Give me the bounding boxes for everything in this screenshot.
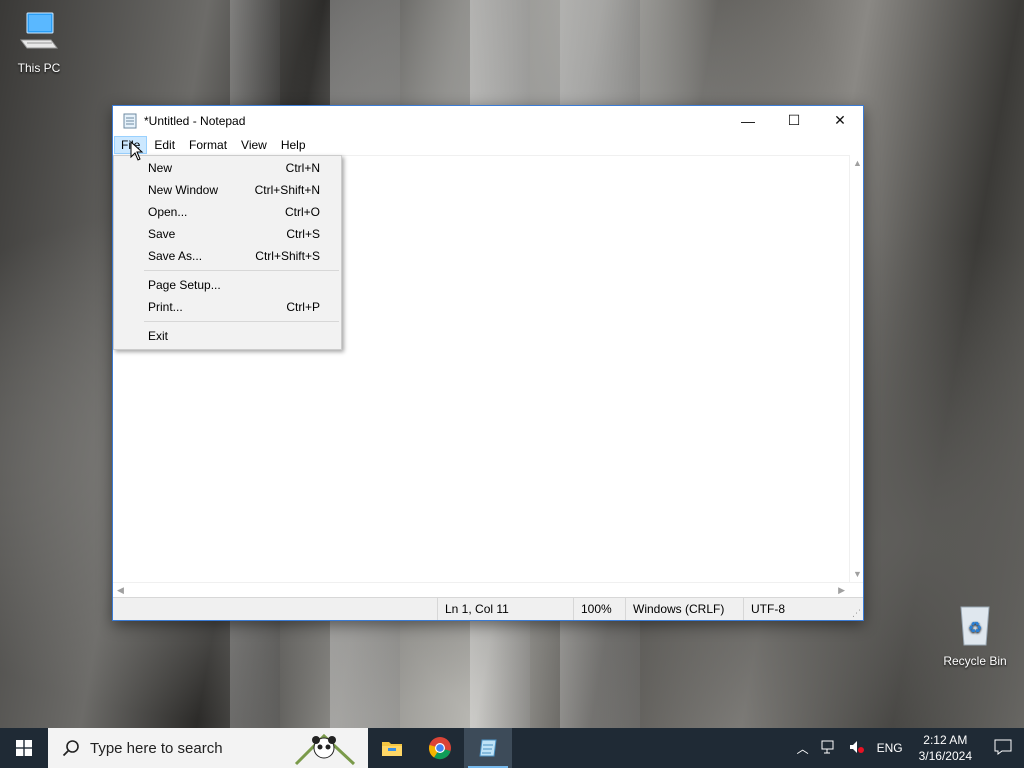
menu-bar: File Edit Format View Help [113, 135, 863, 155]
resize-grip-icon[interactable]: ⋰ [852, 608, 861, 619]
status-position: Ln 1, Col 11 [437, 598, 573, 620]
vertical-scrollbar[interactable]: ▲ ▼ [849, 155, 863, 582]
taskbar-notepad[interactable] [464, 728, 512, 768]
clock-time: 2:12 AM [923, 733, 968, 747]
menu-item-page-setup[interactable]: Page Setup... [116, 274, 339, 296]
show-hidden-icons-chevron-icon[interactable]: ︿ [791, 740, 815, 757]
svg-text:♻: ♻ [968, 618, 982, 637]
scroll-up-icon[interactable]: ▲ [853, 158, 862, 168]
search-highlight-panda-icon [294, 733, 356, 766]
menu-format[interactable]: Format [182, 136, 234, 154]
close-icon: ✕ [834, 112, 846, 128]
start-button[interactable] [0, 728, 48, 768]
taskbar-file-explorer[interactable] [368, 728, 416, 768]
scroll-right-icon[interactable]: ▶ [838, 585, 845, 596]
close-button[interactable]: ✕ [817, 106, 863, 135]
system-tray: ︿ ENG 2:12 AM 3/16/2024 [791, 728, 1024, 768]
search-icon [62, 740, 79, 757]
clock[interactable]: 2:12 AM 3/16/2024 [909, 732, 982, 764]
computer-icon [1, 10, 77, 57]
status-bar: Ln 1, Col 11 100% Windows (CRLF) UTF-8 ⋰ [113, 597, 863, 620]
menu-separator [144, 321, 339, 322]
desktop-icon-this-pc[interactable]: This PC [1, 10, 77, 75]
menu-item-save[interactable]: Save Ctrl+S [116, 223, 339, 245]
file-menu-dropdown: New Ctrl+N New Window Ctrl+Shift+N Open.… [113, 155, 342, 350]
minimize-button[interactable]: — [725, 106, 771, 135]
title-bar[interactable]: *Untitled - Notepad — ☐ ✕ [113, 106, 863, 135]
desktop-icon-recycle-bin[interactable]: ♻ Recycle Bin [937, 603, 1013, 668]
notepad-icon [479, 739, 497, 757]
minimize-icon: — [741, 112, 755, 129]
folder-icon [382, 742, 402, 756]
maximize-icon: ☐ [787, 112, 801, 128]
scroll-down-icon[interactable]: ▼ [853, 569, 862, 579]
windows-logo-icon [16, 740, 32, 756]
menu-item-new-window[interactable]: New Window Ctrl+Shift+N [116, 179, 339, 201]
volume-muted-icon[interactable] [843, 740, 871, 757]
status-line-ending: Windows (CRLF) [625, 598, 743, 620]
taskbar-search-box[interactable]: Type here to search [48, 728, 368, 768]
taskbar: Type here to search ︿ ENG 2:12 AM 3/16/2… [0, 728, 1024, 768]
menu-item-save-as[interactable]: Save As... Ctrl+Shift+S [116, 245, 339, 267]
menu-help[interactable]: Help [274, 136, 313, 154]
window-title: *Untitled - Notepad [144, 113, 246, 128]
horizontal-scrollbar[interactable]: ◀ ▶ [113, 582, 863, 597]
status-zoom: 100% [573, 598, 625, 620]
menu-edit[interactable]: Edit [147, 136, 182, 154]
status-encoding: UTF-8 [743, 598, 848, 620]
language-indicator[interactable]: ENG [871, 741, 909, 755]
menu-item-exit[interactable]: Exit [116, 325, 339, 347]
menu-view[interactable]: View [234, 136, 274, 154]
clock-date: 3/16/2024 [918, 749, 972, 763]
notifications-icon[interactable] [982, 739, 1024, 758]
menu-item-open[interactable]: Open... Ctrl+O [116, 201, 339, 223]
desktop-icon-label: Recycle Bin [943, 654, 1007, 668]
menu-item-new[interactable]: New Ctrl+N [116, 157, 339, 179]
menu-separator [144, 270, 339, 271]
taskbar-chrome[interactable] [416, 728, 464, 768]
search-placeholder: Type here to search [90, 739, 223, 757]
recycle-bin-icon: ♻ [937, 603, 1013, 650]
desktop-icon-label: This PC [17, 61, 61, 75]
mouse-cursor-icon [130, 141, 144, 161]
notepad-icon [123, 113, 137, 128]
network-icon[interactable] [815, 740, 843, 757]
menu-item-print[interactable]: Print... Ctrl+P [116, 296, 339, 318]
maximize-button[interactable]: ☐ [771, 106, 817, 135]
chrome-icon [428, 737, 451, 760]
scroll-left-icon[interactable]: ◀ [117, 585, 124, 596]
